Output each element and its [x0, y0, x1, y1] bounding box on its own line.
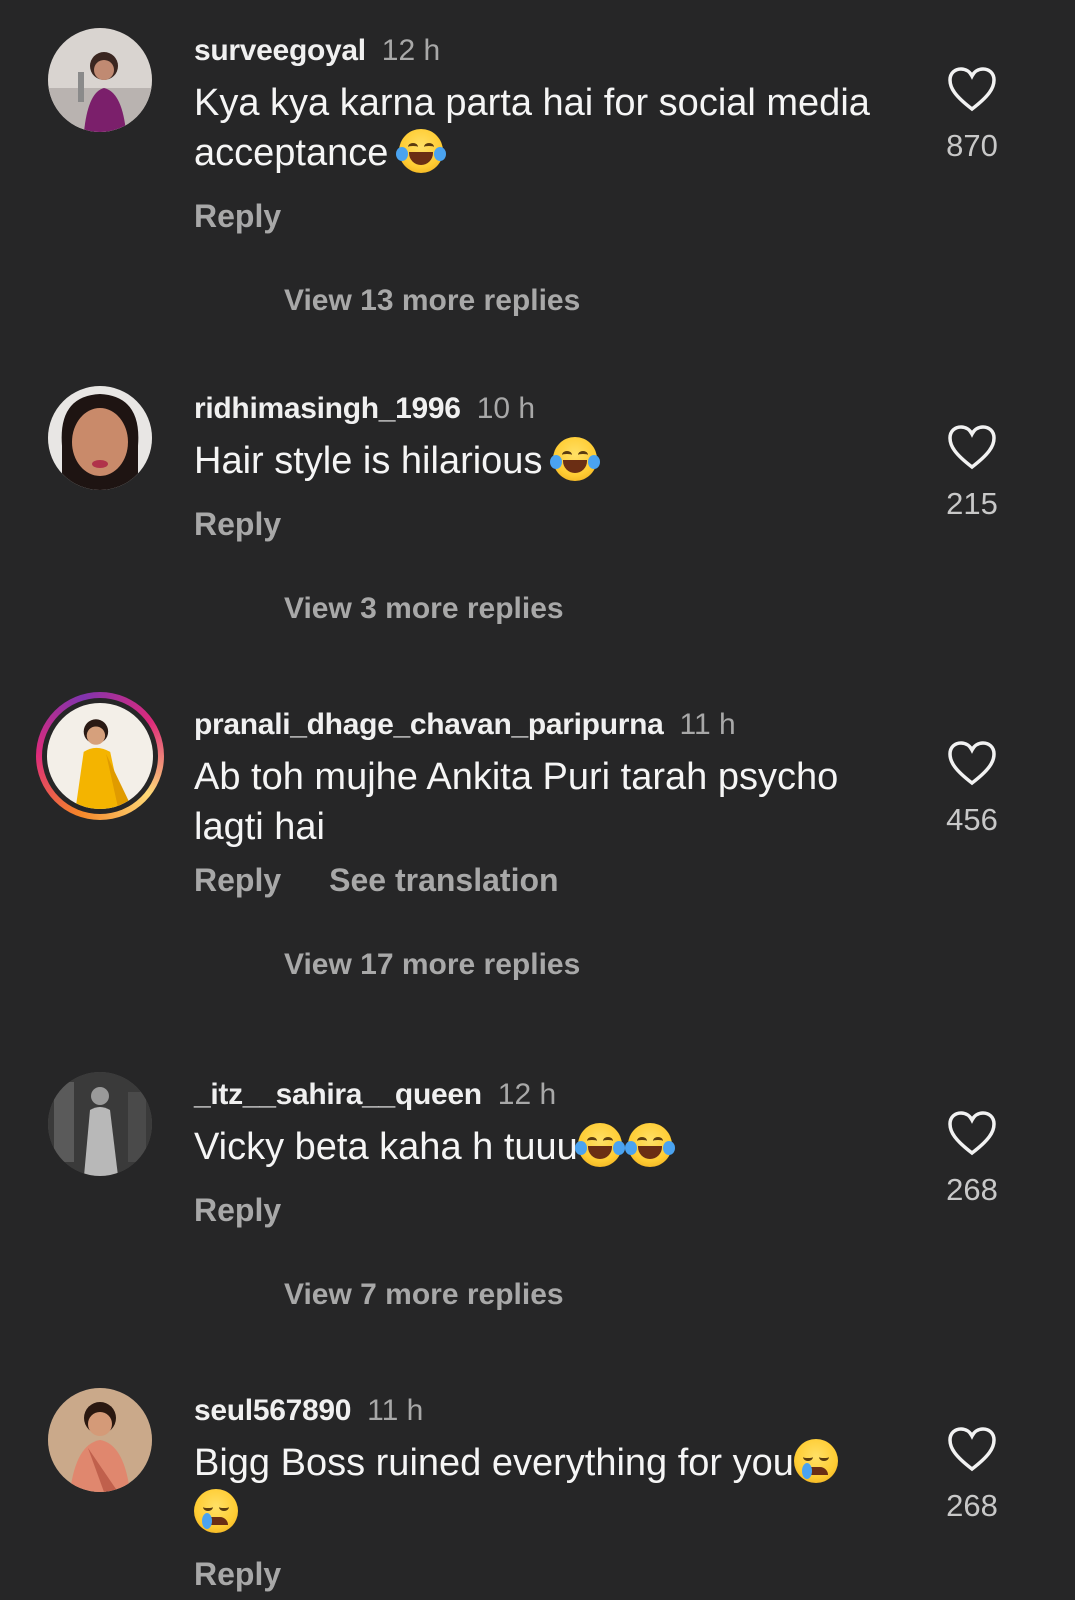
comment-text: Hair style is hilarious	[194, 436, 914, 486]
comment-meta: ridhimasingh_1996 10 h	[194, 392, 535, 426]
like-count: 456	[946, 802, 998, 837]
comment-text: Vicky beta kaha h tuuu	[194, 1122, 914, 1172]
comment-actions: Reply See translation	[194, 862, 559, 899]
like-count: 215	[946, 486, 998, 521]
tears-of-joy-emoji-icon	[395, 129, 446, 173]
see-translation-button[interactable]: See translation	[329, 862, 558, 898]
timestamp: 12 h	[497, 1078, 557, 1111]
comment-meta: _itz__sahira__queen 12 h	[194, 1078, 556, 1112]
username[interactable]: pranali_dhage_chavan_paripurna	[194, 708, 664, 741]
comment-actions: Reply	[194, 1192, 281, 1229]
username[interactable]: ridhimasingh_1996	[194, 392, 461, 425]
comment-actions: Reply	[194, 1556, 281, 1593]
comment-body: Vicky beta kaha h tuuu	[194, 1126, 578, 1168]
heart-icon[interactable]	[947, 1426, 997, 1472]
avatar[interactable]	[48, 1388, 152, 1492]
comment-meta: surveegoyal 12 h	[194, 34, 440, 68]
username[interactable]: seul567890	[194, 1394, 351, 1427]
tears-of-joy-emoji-icon	[624, 1123, 675, 1167]
timestamp: 12 h	[381, 34, 441, 67]
heart-icon[interactable]	[947, 740, 997, 786]
like-count: 870	[946, 128, 998, 163]
like-control: 268	[942, 1426, 1002, 1524]
reply-button[interactable]: Reply	[194, 1192, 281, 1228]
comment-text: Kya kya karna parta hai for social media…	[194, 78, 914, 178]
comment-body: Bigg Boss ruined everything for you	[194, 1442, 794, 1484]
tears-of-joy-emoji-icon	[574, 1123, 625, 1167]
comment-actions: Reply	[194, 506, 281, 543]
avatar[interactable]	[48, 28, 152, 132]
like-count: 268	[946, 1172, 998, 1207]
comment-meta: seul567890 11 h	[194, 1394, 423, 1428]
reply-button[interactable]: Reply	[194, 862, 281, 898]
avatar-image	[47, 703, 153, 809]
avatar-with-story-ring[interactable]	[36, 692, 164, 820]
view-replies-button[interactable]: View 17 more replies	[284, 948, 580, 982]
avatar[interactable]	[48, 386, 152, 490]
crying-face-emoji-icon	[194, 1489, 238, 1533]
heart-icon[interactable]	[947, 1110, 997, 1156]
timestamp: 11 h	[367, 1394, 424, 1427]
timestamp: 11 h	[679, 708, 736, 741]
avatar[interactable]	[48, 1072, 152, 1176]
comment-text: Bigg Boss ruined everything for you	[194, 1438, 914, 1538]
heart-icon[interactable]	[947, 424, 997, 470]
username[interactable]: surveegoyal	[194, 34, 366, 67]
comment-body: Hair style is hilarious	[194, 440, 543, 482]
reply-button[interactable]: Reply	[194, 198, 281, 234]
like-control: 268	[942, 1110, 1002, 1208]
view-replies-button[interactable]: View 3 more replies	[284, 592, 564, 626]
comment-body: Kya kya karna parta hai for social media…	[194, 82, 870, 174]
heart-icon[interactable]	[947, 66, 997, 112]
reply-button[interactable]: Reply	[194, 1556, 281, 1592]
tears-of-joy-emoji-icon	[550, 437, 601, 481]
story-ring-gap	[42, 698, 158, 814]
comment-actions: Reply	[194, 198, 281, 235]
reply-button[interactable]: Reply	[194, 506, 281, 542]
comment-text: Ab toh mujhe Ankita Puri tarah psycho la…	[194, 752, 914, 852]
like-count: 268	[946, 1488, 998, 1523]
comment-meta: pranali_dhage_chavan_paripurna 11 h	[194, 708, 736, 742]
like-control: 456	[942, 740, 1002, 838]
crying-face-emoji-icon	[793, 1439, 838, 1483]
view-replies-button[interactable]: View 7 more replies	[284, 1278, 564, 1312]
timestamp: 10 h	[476, 392, 536, 425]
view-replies-button[interactable]: View 13 more replies	[284, 284, 580, 318]
comment-body: Ab toh mujhe Ankita Puri tarah psycho la…	[194, 756, 839, 848]
like-control: 215	[942, 424, 1002, 522]
like-control: 870	[942, 66, 1002, 164]
username[interactable]: _itz__sahira__queen	[194, 1078, 482, 1111]
